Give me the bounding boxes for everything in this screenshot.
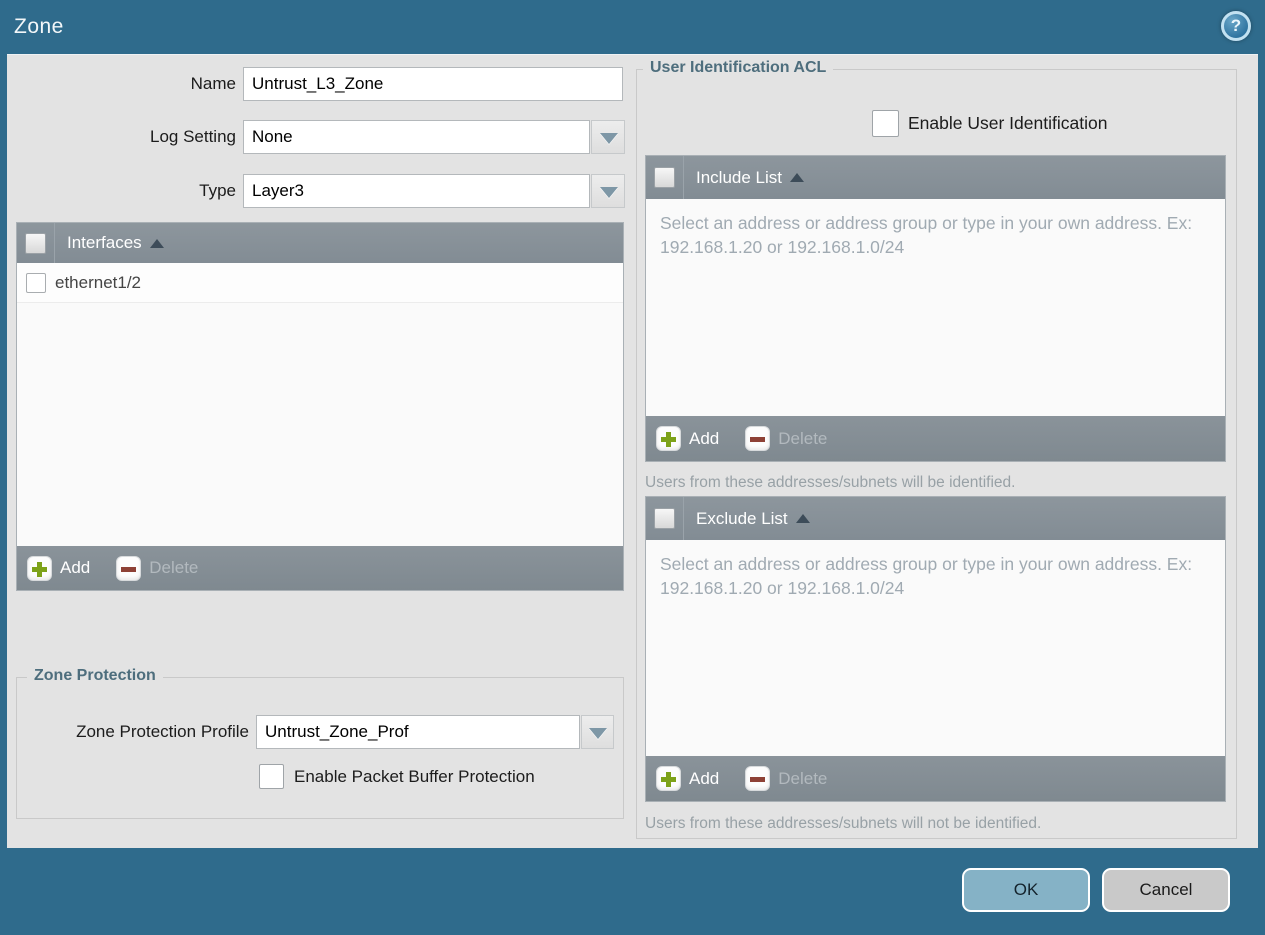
interfaces-select-all-checkbox[interactable] bbox=[25, 232, 46, 254]
include-list-header: Include List bbox=[646, 156, 1225, 199]
exclude-header-checkbox-cell bbox=[646, 497, 684, 540]
chevron-down-icon bbox=[600, 187, 618, 198]
sort-ascending-icon[interactable] bbox=[790, 173, 804, 182]
interfaces-table: Interfaces ethernet1/2 Add Delete bbox=[16, 222, 624, 591]
zone-protection-legend: Zone Protection bbox=[27, 667, 163, 685]
log-setting-dropdown-button[interactable] bbox=[591, 120, 625, 154]
ok-button[interactable]: OK bbox=[962, 868, 1090, 912]
exclude-list-header: Exclude List bbox=[646, 497, 1225, 540]
include-header-checkbox-cell bbox=[646, 156, 684, 199]
exclude-list-table: Exclude List Select an address or addres… bbox=[645, 496, 1226, 802]
exclude-add-button[interactable]: Add bbox=[656, 766, 719, 791]
include-list-placeholder: Select an address or address group or ty… bbox=[660, 213, 1193, 258]
add-button-label: Add bbox=[689, 768, 720, 788]
log-setting-label: Log Setting bbox=[149, 127, 236, 146]
user-identification-acl-section: User Identification ACL Enable User Iden… bbox=[636, 59, 1237, 839]
sort-ascending-icon[interactable] bbox=[149, 238, 164, 248]
exclude-list-header-label: Exclude List bbox=[696, 508, 788, 528]
chevron-down-icon bbox=[600, 133, 618, 144]
dialog-titlebar: Zone ? bbox=[0, 0, 1265, 54]
type-input[interactable] bbox=[243, 174, 590, 208]
zone-protection-section: Zone Protection Zone Protection Profile … bbox=[16, 667, 624, 819]
exclude-select-all-checkbox[interactable] bbox=[654, 508, 675, 529]
exclude-list-footnote: Users from these addresses/subnets will … bbox=[645, 815, 1042, 832]
include-delete-button[interactable]: Delete bbox=[745, 426, 827, 451]
chevron-down-icon bbox=[589, 728, 607, 739]
include-select-all-checkbox[interactable] bbox=[654, 167, 675, 188]
include-list-body[interactable]: Select an address or address group or ty… bbox=[646, 199, 1225, 416]
dialog-content: Name Log Setting Type Interfaces bbox=[7, 54, 1258, 848]
include-list-header-label: Include List bbox=[696, 167, 782, 187]
packet-buffer-protection-checkbox[interactable] bbox=[259, 764, 284, 789]
plus-icon bbox=[656, 426, 681, 451]
log-setting-input[interactable] bbox=[243, 120, 590, 154]
row-checkbox-cell bbox=[17, 272, 55, 293]
sort-ascending-icon[interactable] bbox=[795, 514, 810, 523]
zone-protection-profile-dropdown-button[interactable] bbox=[581, 715, 614, 749]
delete-button-label: Delete bbox=[778, 428, 828, 448]
add-button-label: Add bbox=[60, 558, 91, 577]
type-dropdown-button[interactable] bbox=[591, 174, 625, 208]
name-input[interactable] bbox=[243, 67, 623, 101]
interface-name: ethernet1/2 bbox=[55, 272, 142, 292]
interfaces-table-header: Interfaces bbox=[17, 223, 623, 263]
interfaces-add-button[interactable]: Add bbox=[27, 555, 91, 581]
include-list-toolbar: Add Delete bbox=[646, 416, 1225, 461]
packet-buffer-protection-label: Enable Packet Buffer Protection bbox=[294, 767, 535, 786]
user-identification-acl-legend: User Identification ACL bbox=[643, 59, 834, 77]
dialog-title: Zone bbox=[14, 15, 64, 38]
exclude-list-placeholder: Select an address or address group or ty… bbox=[660, 554, 1193, 599]
help-icon[interactable]: ? bbox=[1221, 11, 1251, 41]
zone-protection-profile-label: Zone Protection Profile bbox=[76, 722, 249, 741]
interfaces-row[interactable]: ethernet1/2 bbox=[17, 263, 623, 303]
enable-user-identification-label: Enable User Identification bbox=[908, 113, 1108, 133]
exclude-list-body[interactable]: Select an address or address group or ty… bbox=[646, 540, 1225, 756]
interfaces-delete-button[interactable]: Delete bbox=[116, 555, 199, 581]
cancel-button[interactable]: Cancel bbox=[1102, 868, 1230, 912]
zone-dialog: Zone ? Name Log Setting Type Interfaces bbox=[0, 0, 1265, 935]
add-button-label: Add bbox=[689, 428, 720, 448]
minus-icon bbox=[745, 426, 771, 451]
interfaces-table-body: ethernet1/2 bbox=[17, 263, 623, 546]
include-list-table: Include List Select an address or addres… bbox=[645, 155, 1226, 462]
interfaces-table-toolbar: Add Delete bbox=[17, 546, 623, 590]
delete-button-label: Delete bbox=[778, 768, 828, 788]
enable-user-identification-checkbox[interactable] bbox=[872, 110, 899, 137]
type-label: Type bbox=[199, 181, 236, 200]
exclude-delete-button[interactable]: Delete bbox=[745, 766, 827, 791]
interfaces-header-label: Interfaces bbox=[67, 233, 142, 252]
plus-icon bbox=[27, 555, 52, 581]
plus-icon bbox=[656, 766, 681, 791]
include-add-button[interactable]: Add bbox=[656, 426, 719, 451]
minus-icon bbox=[116, 555, 142, 581]
include-list-footnote: Users from these addresses/subnets will … bbox=[645, 474, 1016, 491]
zone-protection-profile-input[interactable] bbox=[256, 715, 580, 749]
name-label: Name bbox=[190, 74, 236, 93]
minus-icon bbox=[745, 766, 771, 791]
interfaces-header-checkbox-cell bbox=[17, 223, 55, 263]
exclude-list-toolbar: Add Delete bbox=[646, 756, 1225, 801]
interfaces-row-checkbox[interactable] bbox=[26, 272, 46, 293]
delete-button-label: Delete bbox=[149, 558, 199, 577]
